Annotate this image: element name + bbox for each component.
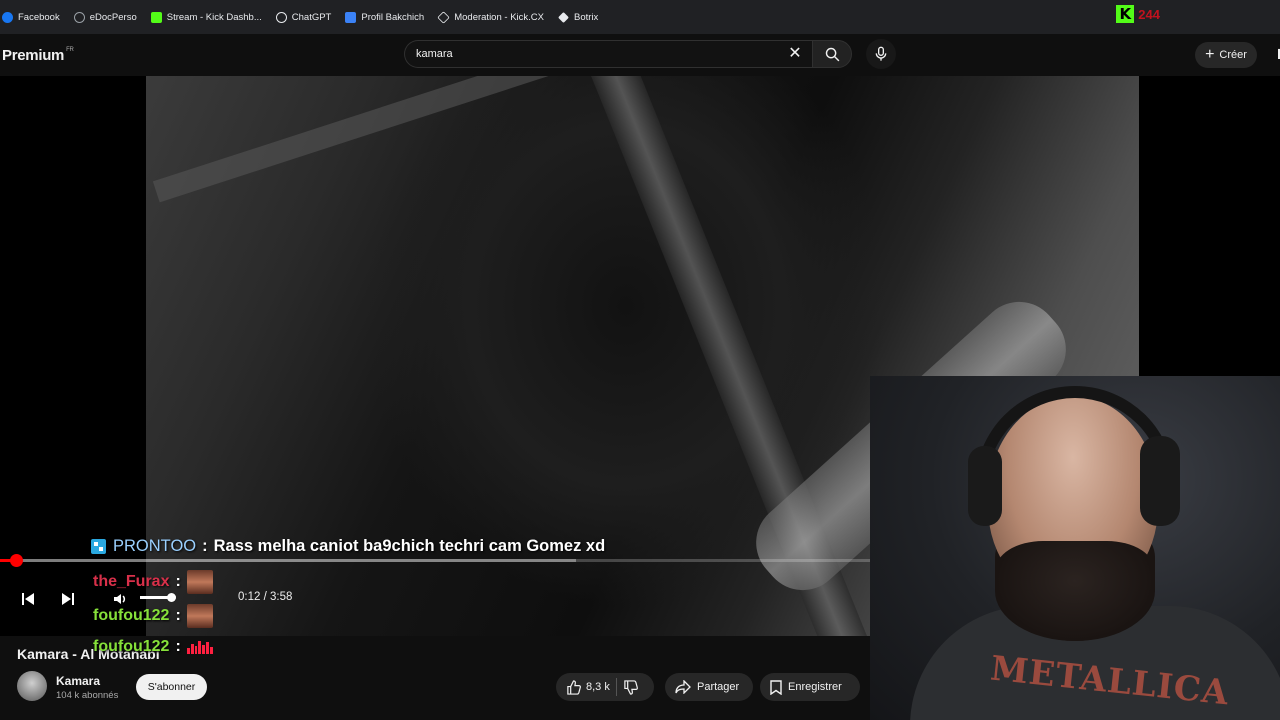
channel-avatar[interactable] — [17, 671, 47, 701]
microphone-icon — [875, 46, 887, 61]
bookmark-label: Stream - Kick Dashb... — [166, 11, 262, 23]
subscribe-button[interactable]: S'abonner — [136, 674, 207, 700]
divider — [615, 678, 617, 696]
bookmark-profil-bakchich[interactable]: Profil Bakchich — [345, 11, 425, 23]
bookmark-label: Moderation - Kick.CX — [454, 11, 544, 23]
buffered-bar — [0, 559, 576, 562]
headset-earcup — [968, 446, 1002, 526]
chat-username: foufou122 — [93, 607, 170, 624]
chat-separator: : — [175, 607, 181, 624]
kick-viewer-overlay: K 244 — [1116, 5, 1160, 23]
bookmark-chatgpt[interactable]: ChatGPT — [275, 11, 332, 23]
chat-line: foufou122 : — [93, 638, 213, 656]
chat-message-text: Rass melha caniot ba9chich techri cam Go… — [213, 537, 606, 555]
like-button[interactable]: 8,3 k — [566, 679, 610, 695]
chat-line: the_Furax : — [93, 570, 213, 594]
webcam-beard-lower — [995, 541, 1155, 641]
dislike-button[interactable] — [623, 679, 638, 695]
next-icon — [62, 593, 74, 605]
share-button[interactable]: Partager — [665, 673, 753, 701]
streamer-webcam: METALLICA — [870, 376, 1280, 720]
create-label: Créer — [1219, 49, 1247, 61]
like-dislike-group: 8,3 k — [556, 673, 654, 701]
chat-badge-icon — [91, 539, 106, 554]
volume-slider[interactable] — [140, 593, 176, 602]
next-button[interactable] — [58, 590, 78, 608]
facebook-icon — [2, 11, 13, 23]
save-button[interactable]: Enregistrer — [760, 673, 860, 701]
duration: 3:58 — [270, 591, 293, 603]
share-icon — [675, 680, 691, 694]
bookmark-moderation[interactable]: Moderation - Kick.CX — [437, 10, 544, 24]
previous-button[interactable] — [18, 590, 38, 608]
thumbs-up-icon — [567, 679, 581, 695]
save-label: Enregistrer — [788, 681, 842, 693]
bookmark-label: Profil Bakchich — [361, 11, 425, 23]
bookmark-save-icon — [770, 679, 782, 695]
bookmark-label: eDocPerso — [89, 11, 137, 23]
thumbs-down-icon — [624, 679, 638, 695]
voice-search-button[interactable] — [866, 39, 896, 69]
previous-icon — [22, 593, 34, 605]
chat-username: PRONTOO — [113, 537, 197, 555]
chat-separator: : — [175, 638, 181, 655]
create-button[interactable]: + Créer — [1195, 42, 1257, 68]
chat-line: foufou122 : — [93, 604, 213, 628]
chat-emote-image — [186, 640, 213, 654]
logo-region: FR — [66, 47, 74, 53]
video-scene-shape — [152, 76, 560, 203]
time-separator: / — [263, 591, 267, 603]
chat-username: foufou122 — [93, 638, 170, 655]
headset-earcup — [1140, 436, 1180, 526]
diamond-icon — [558, 11, 569, 23]
bookmark-kick-dashboard[interactable]: Stream - Kick Dashb... — [150, 11, 262, 23]
share-label: Partager — [697, 681, 740, 693]
youtube-premium-logo[interactable]: Premium FR — [2, 47, 74, 64]
chat-separator: : — [202, 537, 208, 555]
notifications-bell-icon[interactable] — [1270, 46, 1280, 62]
diamond-icon — [437, 10, 450, 24]
globe-icon — [73, 11, 85, 23]
kick-logo-icon: K — [1116, 5, 1135, 23]
bookmark-botrix[interactable]: Botrix — [558, 12, 598, 23]
chat-emote-image — [186, 570, 213, 594]
bookmark-label: Botrix — [573, 11, 599, 23]
bookmark-b-icon — [345, 11, 357, 23]
channel-name[interactable]: Kamara — [56, 674, 100, 688]
search-icon — [825, 47, 839, 61]
like-count: 8,3 k — [586, 681, 610, 693]
viewer-count: 244 — [1138, 6, 1160, 22]
chatgpt-icon — [275, 11, 287, 23]
subscriber-count: 104 k abonnés — [56, 690, 119, 701]
time-display: 0:12 / 3:58 — [238, 591, 292, 603]
kick-icon — [150, 11, 162, 23]
current-time: 0:12 — [238, 591, 261, 603]
chat-username: the_Furax — [93, 573, 170, 590]
chat-highlight-message: PRONTOO : Rass melha caniot ba9chich tec… — [90, 537, 605, 556]
bookmark-label: Facebook — [18, 11, 60, 23]
bookmarks-bar: Facebook eDocPerso Stream - Kick Dashb..… — [0, 0, 1280, 34]
bookmark-label: ChatGPT — [291, 11, 332, 23]
plus-icon: + — [1205, 46, 1215, 63]
chat-emote-image — [186, 604, 213, 628]
search-input[interactable]: kamara — [404, 40, 812, 68]
progress-scrubber[interactable] — [10, 554, 23, 567]
volume-knob[interactable] — [166, 593, 176, 602]
chat-separator: : — [175, 573, 181, 590]
search-button[interactable] — [812, 40, 852, 68]
clear-search-icon[interactable]: ✕ — [786, 45, 804, 63]
youtube-header: Premium FR kamara ✕ + Créer — [0, 34, 1280, 76]
logo-text: Premium — [2, 47, 65, 64]
bookmark-edocperso[interactable]: eDocPerso — [73, 11, 137, 23]
bookmark-facebook[interactable]: Facebook — [2, 11, 60, 23]
